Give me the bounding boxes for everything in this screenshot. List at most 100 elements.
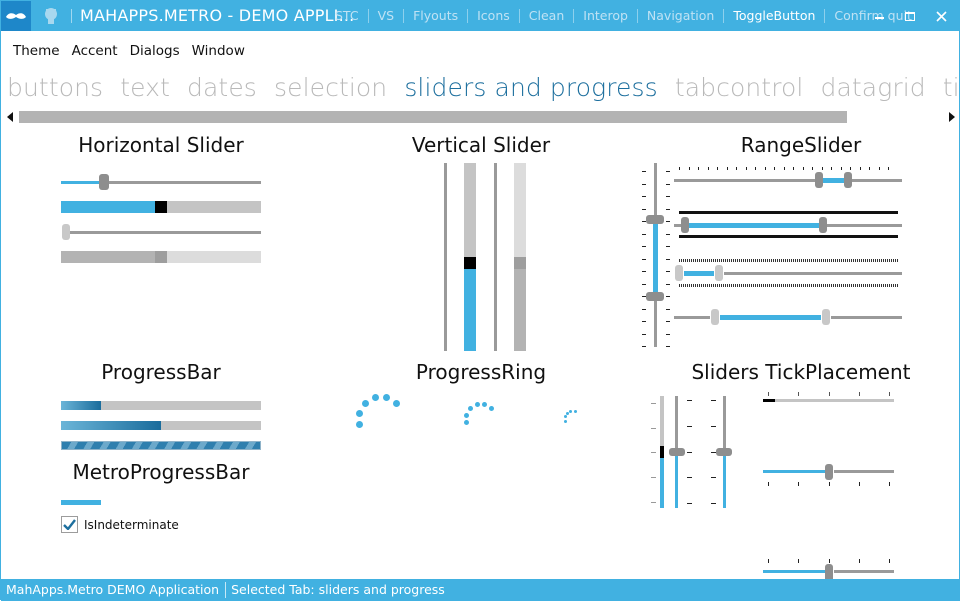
command-stc[interactable]: STC bbox=[326, 9, 369, 23]
tick-mark bbox=[705, 259, 706, 262]
tick-mark bbox=[757, 259, 758, 262]
title-bar[interactable]: MAHAPPS.METRO - DEMO APPLI... STC VS Fly… bbox=[1, 1, 960, 31]
tick-mark bbox=[757, 284, 758, 287]
maximize-button[interactable] bbox=[894, 1, 926, 31]
tab-scrollbar-thumb[interactable] bbox=[19, 111, 367, 123]
menu-accent[interactable]: Accent bbox=[66, 39, 124, 63]
tab-tiles[interactable]: tiles bbox=[943, 73, 957, 102]
tick-mark bbox=[651, 502, 656, 503]
close-button[interactable] bbox=[925, 1, 957, 31]
tick-mark bbox=[753, 284, 754, 287]
command-vs[interactable]: VS bbox=[369, 9, 405, 23]
tick-mark bbox=[791, 284, 792, 287]
slider-thumb[interactable] bbox=[464, 257, 476, 269]
range-lower-thumb[interactable] bbox=[646, 292, 664, 301]
range-lower-thumb[interactable] bbox=[815, 172, 823, 188]
tick-mark bbox=[666, 258, 670, 260]
slider-thumb[interactable] bbox=[669, 448, 685, 456]
tick-mark bbox=[642, 171, 646, 172]
tick-mark bbox=[809, 284, 810, 287]
tab-scrollbar-thumb-right[interactable] bbox=[367, 111, 847, 123]
tick-mark bbox=[831, 167, 832, 170]
range-fill bbox=[720, 315, 821, 320]
tick-mark bbox=[688, 167, 690, 170]
window-title: MAHAPPS.METRO - DEMO APPLI... bbox=[80, 6, 355, 25]
command-flyouts[interactable]: Flyouts bbox=[404, 9, 469, 23]
tick-mark bbox=[881, 259, 882, 262]
tick-mark bbox=[829, 559, 830, 563]
isindeterminate-label[interactable]: IsIndeterminate bbox=[84, 518, 179, 532]
minimize-button[interactable] bbox=[863, 1, 895, 31]
isindeterminate-checkbox[interactable] bbox=[61, 516, 78, 533]
slider-thumb[interactable] bbox=[825, 564, 833, 579]
menu-bar: Theme Accent Dialogs Window bbox=[1, 39, 251, 63]
tick-mark bbox=[779, 259, 780, 262]
range-upper-thumb[interactable] bbox=[822, 309, 830, 325]
progress-ring-dot bbox=[565, 411, 569, 415]
tick-mark bbox=[642, 283, 646, 285]
range-lower-thumb[interactable] bbox=[711, 309, 719, 325]
tick-mark bbox=[721, 259, 722, 262]
slider-thumb[interactable] bbox=[155, 201, 167, 213]
slider-thumb[interactable] bbox=[825, 464, 833, 480]
range-upper-thumb[interactable] bbox=[819, 217, 827, 233]
tick-mark bbox=[819, 259, 820, 262]
range-lower-thumb[interactable] bbox=[681, 217, 689, 233]
slider-track bbox=[852, 179, 902, 182]
progress-ring-dot bbox=[464, 420, 469, 426]
tick-mark bbox=[687, 259, 688, 262]
range-upper-thumb[interactable] bbox=[646, 215, 664, 224]
tick-mark bbox=[861, 284, 862, 287]
tab-datagrid[interactable]: datagrid bbox=[821, 73, 926, 102]
tick-mark bbox=[829, 392, 830, 396]
slider-track[interactable] bbox=[775, 399, 894, 402]
tick-mark bbox=[835, 284, 836, 287]
range-upper-thumb[interactable] bbox=[844, 172, 852, 188]
tick-mark bbox=[774, 167, 775, 170]
range-lower-thumb[interactable] bbox=[675, 265, 683, 281]
range-upper-thumb[interactable] bbox=[715, 265, 723, 281]
github-icon[interactable] bbox=[41, 6, 61, 26]
tick-mark bbox=[859, 284, 860, 287]
slider-track bbox=[831, 316, 902, 319]
vertical-slider-title: Vertical Slider bbox=[411, 133, 551, 157]
slider-thumb[interactable] bbox=[716, 448, 732, 456]
tick-mark bbox=[829, 482, 830, 486]
scroll-left-arrow-icon[interactable] bbox=[7, 112, 13, 122]
slider-thumb[interactable] bbox=[99, 174, 109, 190]
tick-mark bbox=[749, 284, 750, 287]
command-navigation[interactable]: Navigation bbox=[638, 9, 725, 23]
tick-mark bbox=[721, 284, 722, 287]
tab-buttons[interactable]: buttons bbox=[7, 73, 103, 102]
tab-tabcontrol[interactable]: tabcontrol bbox=[675, 73, 804, 102]
tick-mark bbox=[769, 259, 770, 262]
command-interop[interactable]: Interop bbox=[574, 9, 638, 23]
tick-mark bbox=[713, 284, 714, 287]
tick-mark bbox=[833, 284, 834, 287]
slider-fill bbox=[514, 269, 526, 351]
tab-text[interactable]: text bbox=[120, 73, 170, 102]
tick-mark bbox=[763, 284, 764, 287]
command-togglebutton[interactable]: ToggleButton bbox=[724, 9, 826, 23]
tick-mark bbox=[767, 259, 768, 262]
tab-selection[interactable]: selection bbox=[274, 73, 387, 102]
tab-strip: buttons text dates selection sliders and… bbox=[7, 73, 957, 102]
command-clean[interactable]: Clean bbox=[520, 9, 575, 23]
tick-mark bbox=[666, 246, 670, 247]
menu-theme[interactable]: Theme bbox=[1, 39, 66, 63]
menu-window[interactable]: Window bbox=[186, 39, 251, 63]
tab-dates[interactable]: dates bbox=[187, 73, 257, 102]
slider-thumb[interactable] bbox=[660, 446, 664, 458]
scroll-right-arrow-icon[interactable] bbox=[949, 112, 955, 122]
tick-mark bbox=[642, 246, 646, 247]
progress-bar-title: ProgressBar bbox=[101, 360, 221, 384]
tick-mark bbox=[689, 259, 690, 262]
maximize-icon bbox=[905, 11, 915, 21]
menu-dialogs[interactable]: Dialogs bbox=[124, 39, 186, 63]
tab-sliders-and-progress[interactable]: sliders and progress bbox=[404, 73, 657, 102]
slider-track bbox=[167, 201, 261, 213]
tick-mark bbox=[869, 259, 870, 262]
command-icons[interactable]: Icons bbox=[468, 9, 520, 23]
vertical-slider-1[interactable] bbox=[444, 163, 447, 351]
tick-mark bbox=[825, 259, 826, 262]
